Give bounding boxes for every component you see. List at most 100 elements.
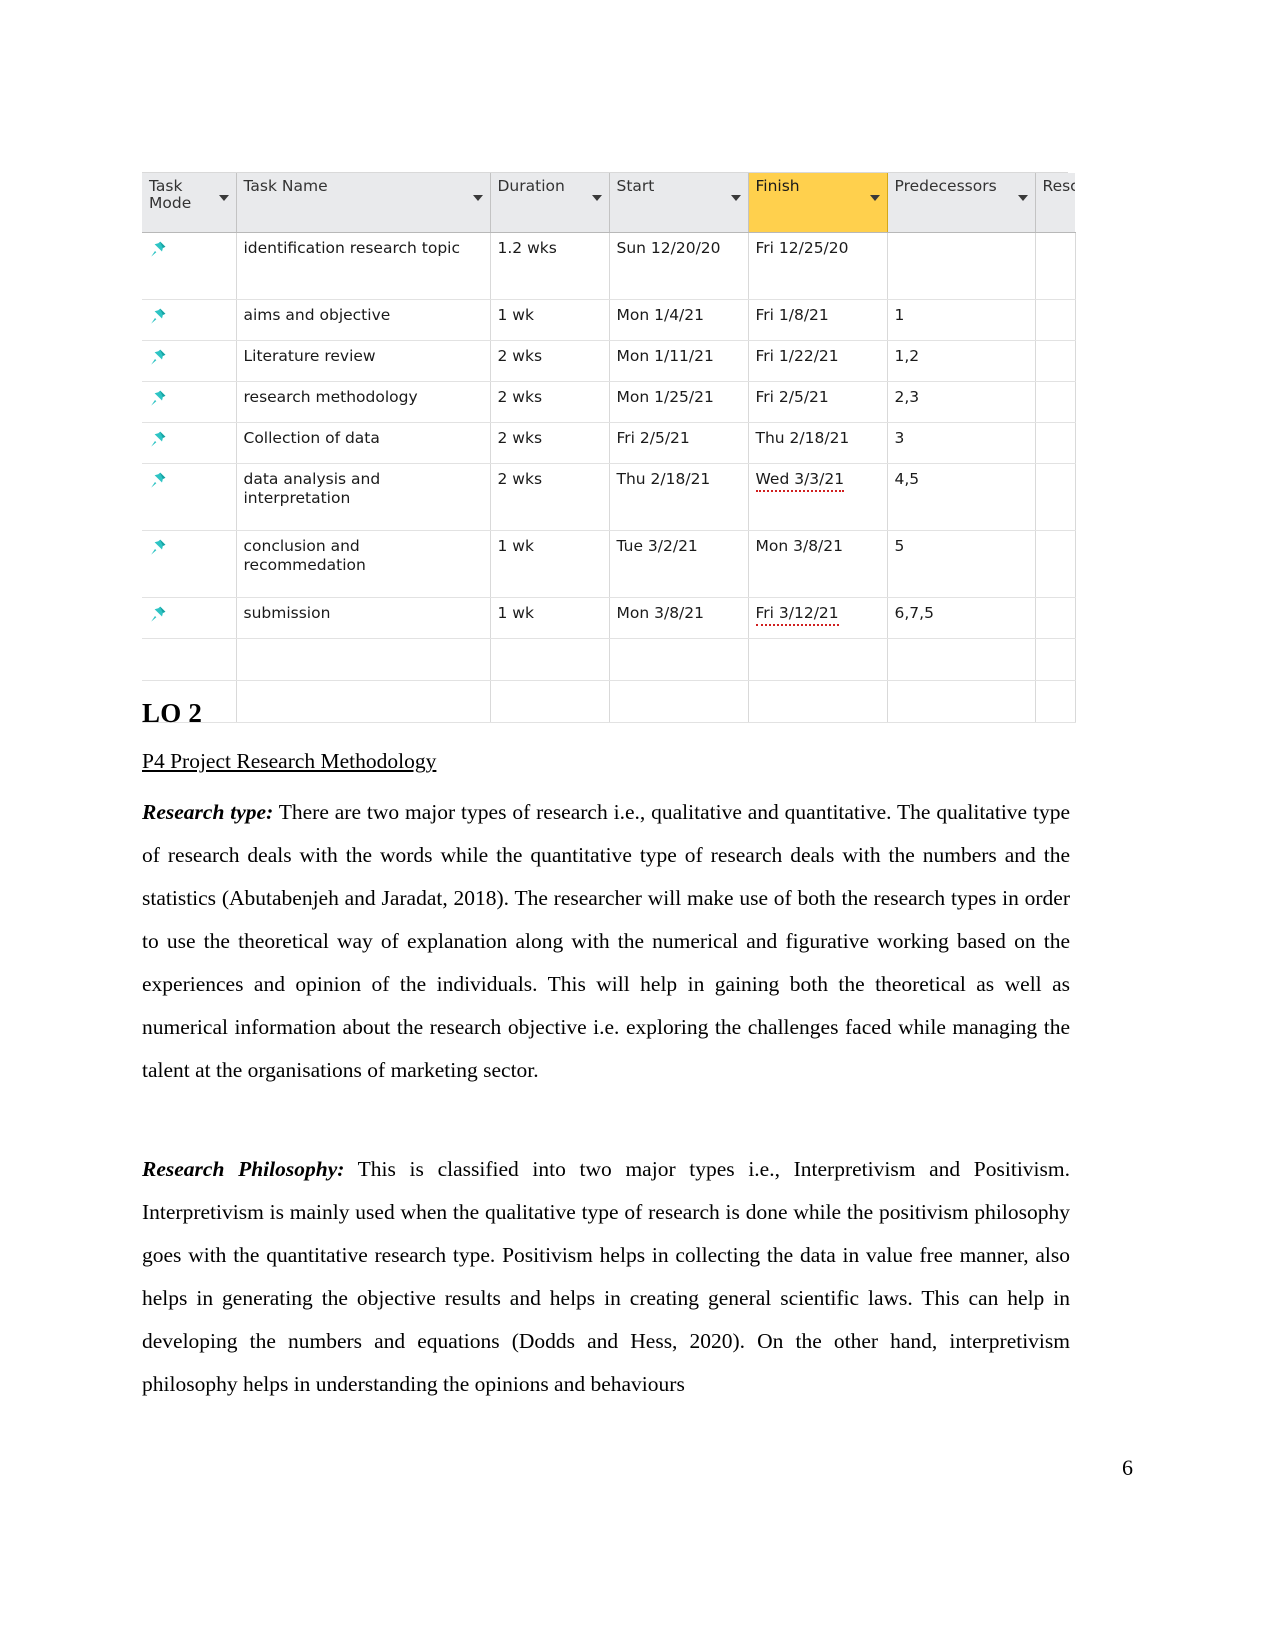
predecessors-cell[interactable] bbox=[887, 638, 1036, 681]
duration-cell[interactable]: 2 wks bbox=[490, 463, 610, 531]
predecessors-cell[interactable]: 1,2 bbox=[887, 340, 1036, 382]
start-cell[interactable]: Mon 3/8/21 bbox=[609, 597, 749, 639]
task-name-cell[interactable]: research methodology bbox=[236, 381, 491, 423]
column-header-predecessors[interactable]: Predecessors bbox=[887, 173, 1036, 233]
resource-cell[interactable] bbox=[1035, 530, 1076, 598]
task-name-cell[interactable]: conclusion and recommedation bbox=[236, 530, 491, 598]
task-mode-cell[interactable] bbox=[142, 340, 237, 382]
table-row[interactable]: data analysis and interpretation 2 wks T… bbox=[142, 463, 1076, 531]
pushpin-icon bbox=[149, 471, 167, 489]
start-cell[interactable] bbox=[609, 638, 749, 681]
start-cell[interactable]: Mon 1/25/21 bbox=[609, 381, 749, 423]
paragraph-text: This is classified into two major types … bbox=[142, 1157, 1070, 1396]
finish-cell[interactable]: Fri 3/12/21 bbox=[748, 597, 888, 639]
task-name-cell[interactable]: aims and objective bbox=[236, 299, 491, 341]
resource-cell[interactable] bbox=[1035, 381, 1076, 423]
duration-cell[interactable]: 1 wk bbox=[490, 299, 610, 341]
table-row[interactable]: identification research topic 1.2 wks Su… bbox=[142, 232, 1076, 300]
chevron-down-icon[interactable] bbox=[218, 195, 229, 201]
resource-cell[interactable] bbox=[1035, 422, 1076, 464]
finish-cell[interactable]: Fri 2/5/21 bbox=[748, 381, 888, 423]
finish-cell[interactable]: Mon 3/8/21 bbox=[748, 530, 888, 598]
finish-cell[interactable]: Fri 1/8/21 bbox=[748, 299, 888, 341]
table-row[interactable]: aims and objective 1 wk Mon 1/4/21 Fri 1… bbox=[142, 299, 1076, 341]
start-cell[interactable]: Sun 12/20/20 bbox=[609, 232, 749, 300]
task-mode-cell[interactable] bbox=[142, 381, 237, 423]
task-mode-cell[interactable] bbox=[142, 422, 237, 464]
column-header-start[interactable]: Start bbox=[609, 173, 749, 233]
task-name-cell[interactable] bbox=[236, 638, 491, 681]
start-cell[interactable]: Mon 1/11/21 bbox=[609, 340, 749, 382]
table-row-empty[interactable] bbox=[142, 638, 1076, 681]
chevron-down-icon[interactable] bbox=[730, 195, 741, 201]
resource-cell[interactable] bbox=[1035, 232, 1076, 300]
predecessors-cell[interactable]: 3 bbox=[887, 422, 1036, 464]
predecessors-cell[interactable]: 5 bbox=[887, 530, 1036, 598]
task-mode-cell[interactable] bbox=[142, 299, 237, 341]
start-cell[interactable]: Fri 2/5/21 bbox=[609, 422, 749, 464]
task-mode-cell[interactable] bbox=[142, 530, 237, 598]
column-header-label: Resc bbox=[1042, 177, 1076, 195]
finish-cell[interactable]: Wed 3/3/21 bbox=[748, 463, 888, 531]
column-header-resource[interactable]: Resc bbox=[1035, 173, 1075, 233]
project-schedule-table: Task Mode Task Name Duration Start Finis… bbox=[142, 172, 1076, 723]
finish-cell[interactable]: Fri 1/22/21 bbox=[748, 340, 888, 382]
column-header-label: Duration bbox=[497, 177, 565, 195]
start-cell[interactable]: Mon 1/4/21 bbox=[609, 299, 749, 341]
predecessors-cell[interactable] bbox=[887, 232, 1036, 300]
table-row[interactable]: Literature review 2 wks Mon 1/11/21 Fri … bbox=[142, 340, 1076, 382]
duration-cell[interactable]: 2 wks bbox=[490, 340, 610, 382]
predecessors-cell[interactable]: 2,3 bbox=[887, 381, 1036, 423]
task-mode-cell[interactable] bbox=[142, 463, 237, 531]
finish-cell[interactable] bbox=[748, 638, 888, 681]
predecessors-cell[interactable]: 1 bbox=[887, 299, 1036, 341]
table-row[interactable]: submission 1 wk Mon 3/8/21 Fri 3/12/21 6… bbox=[142, 597, 1076, 639]
paragraph-research-type: Research type: There are two major types… bbox=[142, 791, 1070, 1092]
column-header-finish[interactable]: Finish bbox=[748, 173, 888, 233]
resource-cell[interactable] bbox=[1035, 597, 1076, 639]
duration-cell[interactable]: 1 wk bbox=[490, 597, 610, 639]
start-cell[interactable]: Tue 3/2/21 bbox=[609, 530, 749, 598]
duration-cell[interactable]: 1 wk bbox=[490, 530, 610, 598]
predecessors-cell[interactable]: 4,5 bbox=[887, 463, 1036, 531]
column-header-duration[interactable]: Duration bbox=[490, 173, 610, 233]
task-mode-cell[interactable] bbox=[142, 638, 237, 681]
chevron-down-icon[interactable] bbox=[472, 195, 483, 201]
column-header-label: Start bbox=[616, 177, 655, 195]
finish-cell[interactable]: Thu 2/18/21 bbox=[748, 422, 888, 464]
task-name-cell[interactable]: data analysis and interpretation bbox=[236, 463, 491, 531]
column-header-label: Task Name bbox=[243, 177, 328, 195]
table-row[interactable]: conclusion and recommedation 1 wk Tue 3/… bbox=[142, 530, 1076, 598]
task-name-cell[interactable]: identification research topic bbox=[236, 232, 491, 300]
table-row[interactable]: Collection of data 2 wks Fri 2/5/21 Thu … bbox=[142, 422, 1076, 464]
resource-cell[interactable] bbox=[1035, 463, 1076, 531]
table-row[interactable]: research methodology 2 wks Mon 1/25/21 F… bbox=[142, 381, 1076, 423]
resource-cell[interactable] bbox=[1035, 340, 1076, 382]
finish-cell[interactable]: Fri 12/25/20 bbox=[748, 232, 888, 300]
pushpin-icon bbox=[149, 430, 167, 448]
task-name-cell[interactable]: Literature review bbox=[236, 340, 491, 382]
task-mode-cell[interactable] bbox=[142, 232, 237, 300]
pushpin-icon bbox=[149, 605, 167, 623]
pushpin-icon bbox=[149, 240, 167, 258]
task-mode-cell[interactable] bbox=[142, 597, 237, 639]
column-header-task-name[interactable]: Task Name bbox=[236, 173, 491, 233]
duration-cell[interactable]: 2 wks bbox=[490, 422, 610, 464]
chevron-down-icon[interactable] bbox=[1017, 195, 1028, 201]
duration-cell[interactable] bbox=[490, 638, 610, 681]
chevron-down-icon[interactable] bbox=[591, 195, 602, 201]
column-header-label: Predecessors bbox=[894, 177, 997, 195]
resource-cell[interactable] bbox=[1035, 638, 1076, 681]
start-cell[interactable]: Thu 2/18/21 bbox=[609, 463, 749, 531]
task-name-cell[interactable]: Collection of data bbox=[236, 422, 491, 464]
duration-cell[interactable]: 2 wks bbox=[490, 381, 610, 423]
predecessors-cell[interactable]: 6,7,5 bbox=[887, 597, 1036, 639]
table-header-row: Task Mode Task Name Duration Start Finis… bbox=[142, 173, 1075, 233]
task-name-cell[interactable]: submission bbox=[236, 597, 491, 639]
page-number: 6 bbox=[1122, 1455, 1133, 1480]
resource-cell[interactable] bbox=[1035, 299, 1076, 341]
column-header-task-mode[interactable]: Task Mode bbox=[142, 173, 237, 233]
document-page: Task Mode Task Name Duration Start Finis… bbox=[0, 0, 1275, 1651]
chevron-down-icon[interactable] bbox=[869, 195, 880, 201]
duration-cell[interactable]: 1.2 wks bbox=[490, 232, 610, 300]
